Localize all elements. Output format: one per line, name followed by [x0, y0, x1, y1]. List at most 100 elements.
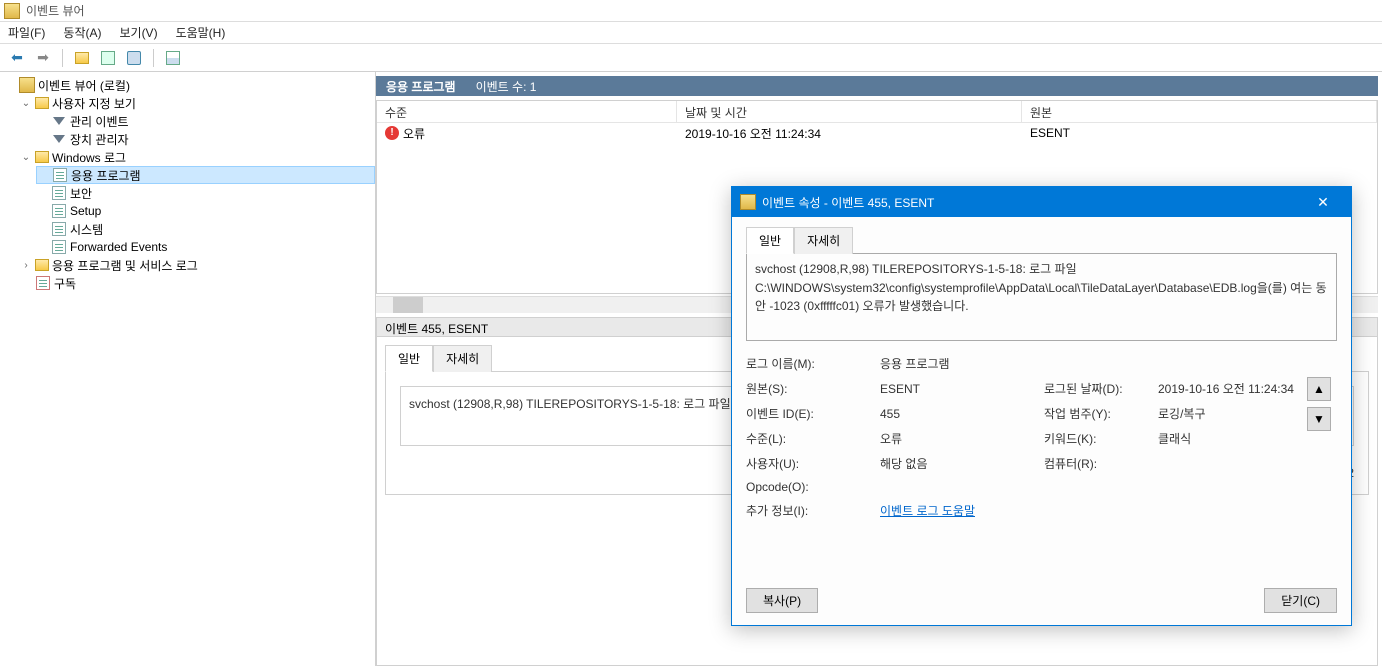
expand-icon[interactable]: ›: [20, 260, 32, 271]
value-event-id: 455: [880, 407, 1040, 421]
tree-system[interactable]: 시스템: [36, 220, 375, 238]
tab-general[interactable]: 일반: [385, 345, 433, 372]
label-level: 수준(L):: [746, 430, 876, 447]
category-name: 응용 프로그램: [386, 78, 456, 95]
tree-label: 응용 프로그램 및 서비스 로그: [52, 257, 198, 274]
folder-icon: [35, 259, 49, 271]
tree-label: 시스템: [70, 221, 103, 238]
value-log-name: 응용 프로그램: [880, 355, 1040, 372]
label-log-name: 로그 이름(M):: [746, 355, 876, 372]
dialog-titlebar[interactable]: 이벤트 속성 - 이벤트 455, ESENT ✕: [732, 187, 1351, 217]
prev-event-button[interactable]: ▲: [1307, 377, 1331, 401]
tree-label: 구독: [54, 275, 76, 292]
tree-forwarded[interactable]: Forwarded Events: [36, 238, 375, 256]
window-title: 이벤트 뷰어: [26, 2, 85, 19]
tree-subscriptions[interactable]: 구독: [20, 274, 375, 292]
tree-label: 관리 이벤트: [70, 113, 129, 130]
label-user: 사용자(U):: [746, 455, 876, 472]
log-icon: [51, 239, 67, 255]
log-icon: [51, 185, 67, 201]
preview-icon: [166, 51, 180, 65]
tree-setup[interactable]: Setup: [36, 202, 375, 220]
label-computer: 컴퓨터(R):: [1044, 455, 1154, 472]
dialog-tab-detail[interactable]: 자세히: [794, 227, 853, 254]
value-source: ESENT: [880, 382, 1040, 396]
eventviewer-icon: [19, 77, 35, 93]
back-button[interactable]: ⬅: [6, 47, 28, 69]
tree-label: Forwarded Events: [70, 240, 167, 254]
toolbar-btn-3[interactable]: [123, 47, 145, 69]
event-message[interactable]: svchost (12908,R,98) TILEREPOSITORYS-1-5…: [746, 253, 1337, 341]
tree-label: 사용자 지정 보기: [52, 95, 136, 112]
close-button[interactable]: ✕: [1303, 194, 1343, 211]
properties-grid: 로그 이름(M): 응용 프로그램 원본(S): ESENT 로그된 날짜(D)…: [746, 355, 1337, 519]
arrow-down-icon: ▼: [1313, 412, 1325, 426]
tab-detail[interactable]: 자세히: [433, 345, 492, 372]
folder-icon: [35, 97, 49, 109]
event-count: 이벤트 수: 1: [476, 78, 537, 95]
arrow-up-icon: ▲: [1313, 382, 1325, 396]
col-level[interactable]: 수준: [377, 101, 677, 122]
col-source[interactable]: 원본: [1022, 101, 1377, 122]
toolbar: ⬅ ➡: [0, 44, 1382, 72]
dialog-button-bar: 복사(P) 닫기(C): [746, 588, 1337, 613]
list-header: 수준 날짜 및 시간 원본: [377, 101, 1377, 123]
folder-icon: [35, 151, 49, 163]
log-icon: [51, 221, 67, 237]
app-icon: [4, 3, 20, 19]
titlebar: 이벤트 뷰어: [0, 0, 1382, 22]
arrow-left-icon: ⬅: [11, 49, 23, 66]
value-keywords: 클래식: [1158, 430, 1337, 447]
tree-application[interactable]: 응용 프로그램: [36, 166, 375, 184]
label-opcode: Opcode(O):: [746, 480, 876, 494]
collapse-icon[interactable]: ⌄: [20, 152, 32, 163]
toolbar-separator: [62, 49, 63, 67]
label-source: 원본(S):: [746, 380, 876, 397]
toolbar-btn-1[interactable]: [71, 47, 93, 69]
toolbar-separator: [153, 49, 154, 67]
log-icon: [51, 203, 67, 219]
collapse-icon[interactable]: ⌄: [20, 98, 32, 109]
event-datetime: 2019-10-16 오전 11:24:34: [677, 123, 1022, 144]
close-dialog-button[interactable]: 닫기(C): [1264, 588, 1337, 613]
tree-label: Windows 로그: [52, 149, 126, 166]
tree-label: 응용 프로그램: [71, 167, 141, 184]
tree-windows-logs[interactable]: ⌄ Windows 로그: [20, 148, 375, 166]
filter-icon: [51, 131, 67, 147]
tree-root[interactable]: 이벤트 뷰어 (로컬): [4, 76, 375, 94]
event-row[interactable]: 오류 2019-10-16 오전 11:24:34 ESENT: [377, 123, 1377, 143]
pane-icon: [101, 51, 115, 65]
col-datetime[interactable]: 날짜 및 시간: [677, 101, 1022, 122]
filter-icon: [51, 113, 67, 129]
label-keywords: 키워드(K):: [1044, 430, 1154, 447]
tree-security[interactable]: 보안: [36, 184, 375, 202]
arrow-right-icon: ➡: [37, 49, 49, 66]
tree-custom-views[interactable]: ⌄ 사용자 지정 보기: [20, 94, 375, 112]
event-source: ESENT: [1022, 124, 1377, 142]
copy-button[interactable]: 복사(P): [746, 588, 818, 613]
tree-admin-events[interactable]: 관리 이벤트: [36, 112, 375, 130]
event-log-help-link[interactable]: 이벤트 로그 도움말: [880, 502, 1040, 519]
category-header: 응용 프로그램 이벤트 수: 1: [376, 76, 1378, 96]
help-icon: [127, 51, 141, 65]
subscription-icon: [35, 275, 51, 291]
next-event-button[interactable]: ▼: [1307, 407, 1331, 431]
menu-file[interactable]: 파일(F): [8, 24, 45, 41]
tree-device-manager[interactable]: 장치 관리자: [36, 130, 375, 148]
dialog-icon: [740, 194, 756, 210]
toolbar-btn-2[interactable]: [97, 47, 119, 69]
log-icon: [52, 167, 68, 183]
menu-view[interactable]: 보기(V): [119, 24, 157, 41]
dialog-title: 이벤트 속성 - 이벤트 455, ESENT: [762, 194, 934, 211]
tree-root-label: 이벤트 뷰어 (로컬): [38, 77, 130, 94]
menu-help[interactable]: 도움말(H): [176, 24, 226, 41]
forward-button[interactable]: ➡: [32, 47, 54, 69]
dialog-tab-general[interactable]: 일반: [746, 227, 794, 254]
label-more-info: 추가 정보(I):: [746, 502, 876, 519]
dialog-body: 일반 자세히 svchost (12908,R,98) TILEREPOSITO…: [732, 217, 1351, 529]
toolbar-btn-4[interactable]: [162, 47, 184, 69]
tree-app-service-logs[interactable]: › 응용 프로그램 및 서비스 로그: [20, 256, 375, 274]
scrollbar-thumb[interactable]: [393, 297, 423, 313]
menubar: 파일(F) 동작(A) 보기(V) 도움말(H): [0, 22, 1382, 44]
menu-action[interactable]: 동작(A): [63, 24, 101, 41]
